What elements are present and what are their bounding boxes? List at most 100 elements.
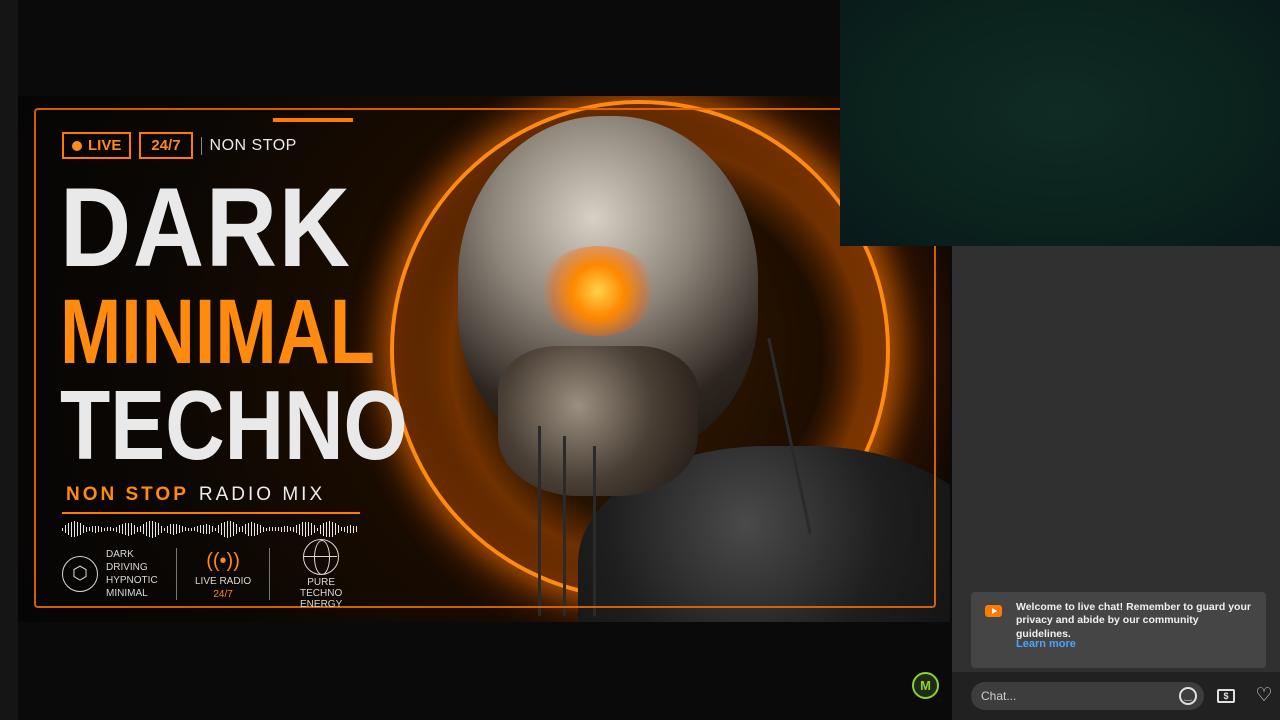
waveform-bar xyxy=(347,525,348,533)
waveform-bar xyxy=(308,522,309,536)
app-window: LIVE 24/7 NON STOP DARK MINIMAL TECHNO N… xyxy=(0,0,1280,720)
always-on-tag: 24/7 xyxy=(139,132,193,159)
learn-more-link[interactable]: Learn more xyxy=(1016,638,1076,650)
waveform-bar xyxy=(335,523,336,535)
thumbnail-tagbar: LIVE 24/7 NON STOP xyxy=(62,132,297,159)
waveform-bar xyxy=(230,521,231,537)
globe-icon xyxy=(303,538,340,575)
waveform-bar xyxy=(344,526,345,532)
waveform-bar xyxy=(227,520,228,538)
live-tag: LIVE xyxy=(62,132,132,159)
waveform-bar xyxy=(80,523,81,535)
waveform-bar xyxy=(224,521,225,537)
waveform-bar xyxy=(137,526,138,532)
waveform-bar xyxy=(311,523,312,535)
waveform-bar xyxy=(317,527,318,531)
nonstop-tag: NON STOP xyxy=(209,136,297,154)
channel-logo-badge[interactable]: M xyxy=(912,672,939,699)
waveform-bar xyxy=(293,526,294,532)
waveform-bar xyxy=(326,521,327,537)
waveform-bar xyxy=(323,522,324,536)
waveform-bar xyxy=(107,527,108,531)
waveform-bar xyxy=(104,527,105,531)
waveform-bar xyxy=(236,524,237,534)
chat-notice-text: Welcome to live chat! Remember to guard … xyxy=(1016,601,1251,640)
waveform-bar xyxy=(200,525,201,533)
emoji-icon[interactable]: ‿ xyxy=(1179,687,1197,705)
waveform-bar xyxy=(212,526,213,532)
waveform-bar xyxy=(149,521,150,537)
waveform-bar xyxy=(146,522,147,536)
subtitle-rest: RADIO MIX xyxy=(198,484,326,505)
waveform-bar xyxy=(179,525,180,533)
waveform-bar xyxy=(248,522,249,536)
waveform-bar xyxy=(350,525,351,533)
chat-input[interactable] xyxy=(971,682,1204,710)
tag-divider xyxy=(200,136,202,155)
waveform-bar xyxy=(221,523,222,535)
waveform-bar xyxy=(170,524,171,534)
waveform-bar xyxy=(251,522,252,536)
live-dot-icon xyxy=(72,140,82,151)
waveform-bar xyxy=(338,525,339,533)
waveform-bar xyxy=(305,521,306,537)
waveform-bar xyxy=(206,524,207,534)
waveform-bar xyxy=(95,525,96,533)
waveform-bar xyxy=(158,523,159,535)
super-chat-icon[interactable]: $ xyxy=(1217,689,1235,703)
waveform-bar xyxy=(299,523,300,535)
waveform-bar xyxy=(74,521,75,537)
feature-energy-text: PURE TECHNO ENERGY xyxy=(300,576,343,610)
waveform-bar xyxy=(167,525,168,533)
waveform-bar xyxy=(245,524,246,534)
waveform-bar xyxy=(188,527,189,531)
feature-live-radio-label: LIVE RADIO xyxy=(195,576,252,587)
waveform-bar xyxy=(155,521,156,537)
subtitle-accent: NON STOP xyxy=(66,484,189,505)
feature-dark-text: DARK DRIVING HYPNOTIC MINIMAL xyxy=(106,549,158,599)
waveform-bar xyxy=(314,525,315,533)
live-label: LIVE xyxy=(88,137,122,154)
feature-divider xyxy=(176,548,177,600)
title-line-minimal: MINIMAL xyxy=(60,281,375,383)
heart-icon[interactable]: ♡ xyxy=(1253,685,1275,707)
waveform-bar xyxy=(176,524,177,534)
waveform-bar xyxy=(161,525,162,533)
waveform-bar xyxy=(71,521,72,537)
waveform-bar xyxy=(98,526,99,532)
waveform-bar xyxy=(185,527,186,531)
waveform-bar xyxy=(131,523,132,535)
waveform-bar xyxy=(68,523,69,535)
audio-waveform xyxy=(62,520,360,538)
waveform-bar xyxy=(287,526,288,532)
waveform-bar xyxy=(275,527,276,531)
waveform-bar xyxy=(320,524,321,534)
waveform-bar xyxy=(101,526,102,532)
waveform-bar xyxy=(125,523,126,535)
waveform-bar xyxy=(242,526,243,532)
waveform-bar xyxy=(341,527,342,531)
hexagon-icon: ⬡ xyxy=(62,556,98,592)
subtitle-underline xyxy=(62,512,360,514)
waveform-bar xyxy=(182,526,183,532)
waveform-bar xyxy=(113,527,114,531)
title-line-techno: TECHNO xyxy=(60,370,408,480)
left-edge-bar xyxy=(0,0,18,720)
video-thumbnail[interactable]: LIVE 24/7 NON STOP DARK MINIMAL TECHNO N… xyxy=(18,96,950,622)
waveform-bar xyxy=(296,525,297,533)
youtube-icon xyxy=(985,605,1002,617)
waveform-bar xyxy=(284,526,285,532)
secondary-video-panel[interactable] xyxy=(840,0,1280,246)
waveform-bar xyxy=(353,525,354,533)
waveform-bar xyxy=(140,526,141,532)
waveform-bar xyxy=(290,527,291,531)
waveform-bar xyxy=(89,527,90,531)
title-line-dark: DARK xyxy=(60,165,352,290)
waveform-bar xyxy=(116,526,117,532)
waveform-bar xyxy=(239,526,240,532)
waveform-bar xyxy=(164,527,165,531)
feature-strip: ⬡ DARK DRIVING HYPNOTIC MINIMAL ((•)) LI… xyxy=(62,538,362,610)
feature-dark: ⬡ DARK DRIVING HYPNOTIC MINIMAL xyxy=(62,548,158,600)
waveform-bar xyxy=(92,526,93,532)
waveform-bar xyxy=(119,525,120,533)
